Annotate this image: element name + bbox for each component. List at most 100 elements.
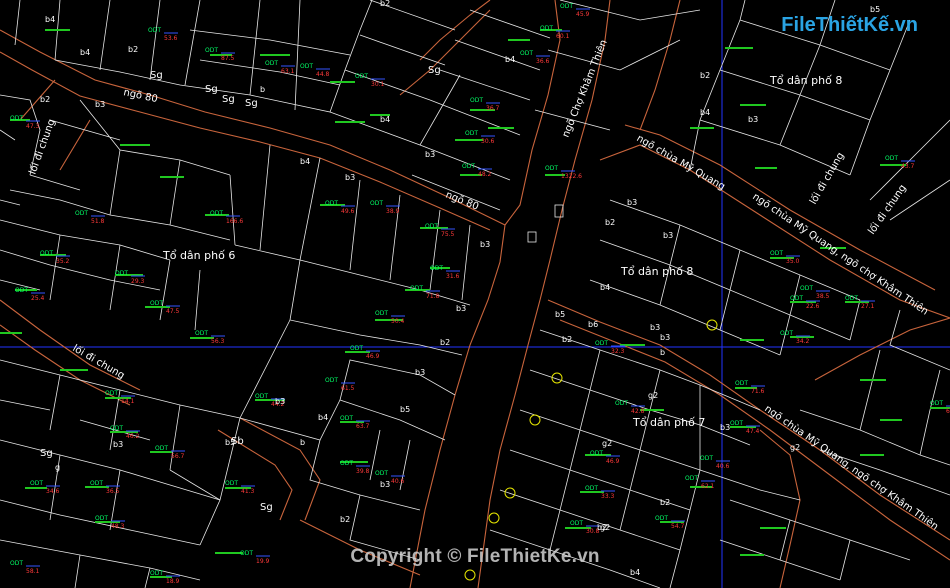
- parcel-area: 49.6: [341, 208, 355, 215]
- land-use-code: ODT: [265, 60, 278, 67]
- parcel-area: 38.5: [816, 293, 830, 300]
- land-use-code: ODT: [340, 415, 353, 422]
- block-label: g: [55, 463, 60, 472]
- block-label: b3: [380, 480, 390, 489]
- block-label: b4: [380, 115, 390, 124]
- land-use-code: ODT: [375, 470, 388, 477]
- parcel-area: 25.4: [31, 295, 45, 302]
- block-label: b3: [95, 100, 105, 109]
- land-use-code: ODT: [155, 445, 168, 452]
- land-use-code: ODT: [540, 25, 553, 32]
- block-label: b2: [597, 523, 607, 532]
- land-use-code: ODT: [430, 265, 443, 272]
- parcel-area: 87.5: [221, 55, 235, 62]
- block-label: b3: [275, 397, 285, 406]
- area-label-to-dan-pho-7: Tổ dân phố 7: [632, 416, 705, 429]
- parcel-area: 36.5: [106, 488, 120, 495]
- parcel-area: 54.7: [671, 523, 685, 530]
- land-use-code: ODT: [15, 287, 28, 294]
- land-use-code: ODT: [700, 455, 713, 462]
- land-use-code: ODT: [255, 393, 268, 400]
- area-label-to-dan-pho-8: Tổ dân phố 8: [620, 265, 693, 278]
- land-use-code: ODT: [770, 250, 783, 257]
- block-label: b3: [345, 173, 355, 182]
- parcel-area: 60.1: [556, 33, 570, 40]
- block-label: b2: [128, 45, 138, 54]
- land-use-code: ODT: [930, 400, 943, 407]
- parcel-area: 33.3: [601, 493, 615, 500]
- parcel-area: 44.8: [316, 71, 330, 78]
- block-label: b3: [480, 240, 490, 249]
- block-label: b4: [45, 15, 55, 24]
- parcel-area: 18.9: [166, 578, 180, 585]
- block-label: Sg: [150, 70, 163, 81]
- cad-drawing-canvas[interactable]: ODT53.6ODT87.5ODT63.1ODT44.8 ODT30.1ODT13…: [0, 0, 950, 588]
- parcel-area: 75.5: [441, 231, 455, 238]
- land-use-code: ODT: [90, 480, 103, 487]
- block-label: b4: [300, 157, 310, 166]
- land-use-code: ODT: [95, 515, 108, 522]
- block-label: b2: [605, 218, 615, 227]
- block-label: b2: [380, 0, 390, 8]
- parcel-area: 34.2: [796, 338, 810, 345]
- land-use-code: ODT: [462, 163, 475, 170]
- land-use-code: ODT: [545, 165, 558, 172]
- land-use-code: ODT: [595, 340, 608, 347]
- parcel-area: 60.3: [946, 408, 950, 415]
- block-label: b4: [700, 108, 710, 117]
- block-label: b3: [627, 198, 637, 207]
- land-use-code: ODT: [75, 210, 88, 217]
- block-label: b3: [456, 304, 466, 313]
- block-label: b2: [562, 335, 572, 344]
- land-use-code: ODT: [425, 223, 438, 230]
- parcel-area: 46.9: [606, 458, 620, 465]
- block-label: b3: [113, 440, 123, 449]
- parcel-area: 62.1: [701, 483, 715, 490]
- land-use-code: ODT: [40, 250, 53, 257]
- parcel-area: 45.9: [576, 11, 590, 18]
- parcel-area: 47.5: [166, 308, 180, 315]
- land-use-code: ODT: [520, 50, 533, 57]
- land-use-code: ODT: [150, 570, 163, 577]
- block-label: Sg: [40, 448, 53, 459]
- block-label: g2: [602, 439, 612, 448]
- parcel-area: 36.6: [536, 58, 550, 65]
- block-label: b4: [80, 48, 90, 57]
- land-use-code: ODT: [885, 155, 898, 162]
- parcel-area: 34.6: [46, 488, 60, 495]
- parcel-area: 31.6: [446, 273, 460, 280]
- parcel-area: 32.3: [611, 348, 625, 355]
- block-label: b3: [650, 323, 660, 332]
- parcel-area: 48.2: [478, 171, 492, 178]
- land-use-code: ODT: [150, 300, 163, 307]
- land-use-code: ODT: [375, 310, 388, 317]
- parcel-area: 63.1: [281, 68, 295, 75]
- parcel-area: 63.7: [356, 423, 370, 430]
- parcel-area: 42.8: [631, 408, 645, 415]
- block-label: Sg: [260, 502, 273, 513]
- block-label: b4: [318, 413, 328, 422]
- parcel-area: 46.9: [366, 353, 380, 360]
- block-label: g2: [648, 391, 658, 400]
- parcel-area: 22.6: [806, 303, 820, 310]
- block-label: b3: [415, 368, 425, 377]
- land-use-code: ODT: [730, 420, 743, 427]
- parcel-area: 46.2: [126, 433, 140, 440]
- land-use-code: ODT: [148, 27, 161, 34]
- parcel-area: 71.8: [426, 293, 440, 300]
- land-use-code: ODT: [10, 115, 23, 122]
- block-label: b6: [588, 320, 598, 329]
- parcel-area: 53.6: [164, 35, 178, 42]
- logo-text: FileThiếtKế.vn: [781, 14, 918, 36]
- land-use-code: ODT: [370, 200, 383, 207]
- block-label: b2: [40, 95, 50, 104]
- land-use-code: ODT: [225, 480, 238, 487]
- block-label: Sb: [231, 436, 244, 447]
- parcel-area: 35.2: [56, 258, 70, 265]
- area-label-to-dan-pho-6: Tổ dân phố 6: [162, 249, 235, 262]
- land-use-code: ODT: [590, 450, 603, 457]
- parcel-area: 40.6: [391, 478, 405, 485]
- parcel-area: 36.7: [486, 105, 500, 112]
- parcel-area: 40.6: [716, 463, 730, 470]
- copyright-watermark: Copyright © FileThietKe.vn: [350, 546, 600, 567]
